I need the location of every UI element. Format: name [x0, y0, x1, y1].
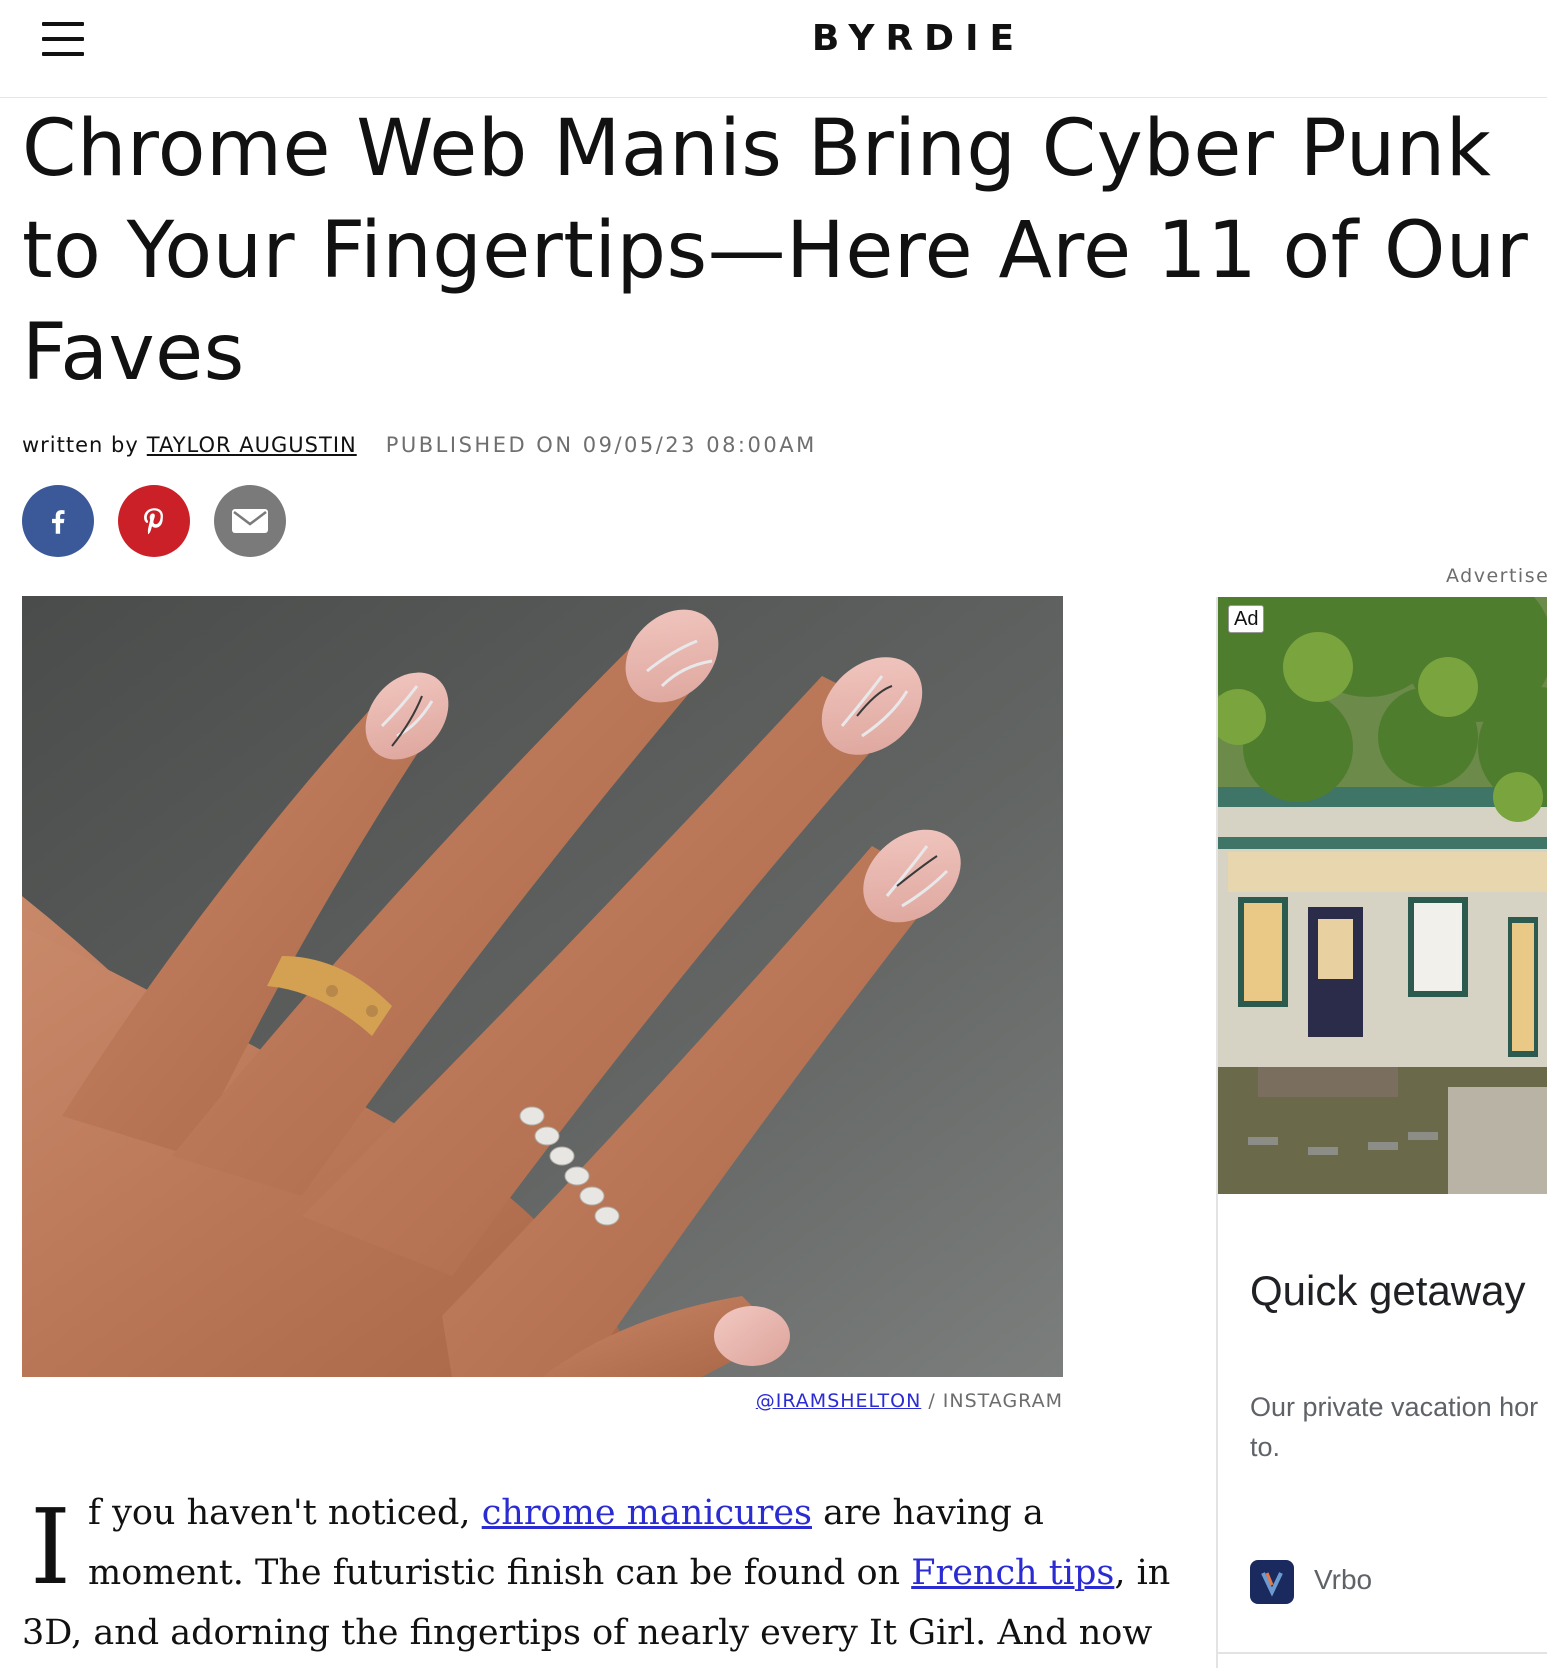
article-title: Chrome Web Manis Bring Cyber Punk to You… — [22, 98, 1547, 404]
image-credit-link[interactable]: @IRAMSHELTON — [756, 1390, 922, 1412]
article-body: I f you haven't noticed, chrome manicure… — [22, 1483, 1171, 1663]
image-credit-separator: / — [921, 1390, 943, 1412]
email-share-button[interactable] — [214, 485, 286, 557]
body-line: moment. The futuristic finish can be fou… — [88, 1553, 1171, 1593]
image-credit-source: INSTAGRAM — [942, 1390, 1063, 1412]
vacation-house-illustration — [1218, 597, 1547, 1194]
ad-card[interactable]: Ad Quick getaway Our private vacation ho… — [1216, 597, 1547, 1668]
french-tips-link[interactable]: French tips — [911, 1553, 1114, 1593]
pinterest-icon — [144, 508, 163, 535]
facebook-share-button[interactable] — [22, 485, 94, 557]
share-buttons — [22, 485, 286, 557]
published-date: PUBLISHED ON 09/05/23 08:00AM — [385, 433, 817, 457]
hand-nails-illustration — [22, 596, 1063, 1377]
ad-image[interactable]: Ad — [1218, 597, 1547, 1194]
byline-prefix: written by — [22, 433, 139, 457]
site-logo[interactable]: BYRDIE — [0, 18, 1547, 59]
byline: written by TAYLOR AUGUSTIN PUBLISHED ON … — [22, 430, 817, 460]
divider — [1218, 1652, 1547, 1654]
advertisement-label: Advertisen — [1446, 565, 1547, 587]
body-line: f you haven't noticed, chrome manicures … — [88, 1493, 1044, 1533]
email-icon — [232, 509, 268, 533]
chrome-manicures-link[interactable]: chrome manicures — [482, 1493, 812, 1533]
author-link[interactable]: TAYLOR AUGUSTIN — [147, 433, 357, 457]
pinterest-share-button[interactable] — [118, 485, 190, 557]
ad-badge: Ad — [1228, 605, 1265, 633]
facebook-icon — [52, 510, 65, 534]
ad-brand-name: Vrbo — [1314, 1564, 1373, 1595]
hero-image — [22, 596, 1063, 1377]
ad-headline[interactable]: Quick getaway — [1250, 1267, 1525, 1315]
dropcap: I — [30, 1486, 72, 1608]
ad-description: Our private vacation hor to. — [1250, 1392, 1539, 1462]
site-header: BYRDIE — [0, 0, 1547, 98]
image-credit: @IRAMSHELTON / INSTAGRAM — [756, 1390, 1063, 1412]
article-title-line: to Your Fingertips—Here Are 11 of Our — [22, 206, 1529, 296]
body-line: 3D, and adorning the fingertips of nearl… — [22, 1613, 1153, 1653]
vrbo-logo-icon — [1250, 1560, 1294, 1604]
article-title-line: Chrome Web Manis Bring Cyber Punk — [22, 104, 1492, 194]
article-title-line: Faves — [22, 308, 245, 398]
